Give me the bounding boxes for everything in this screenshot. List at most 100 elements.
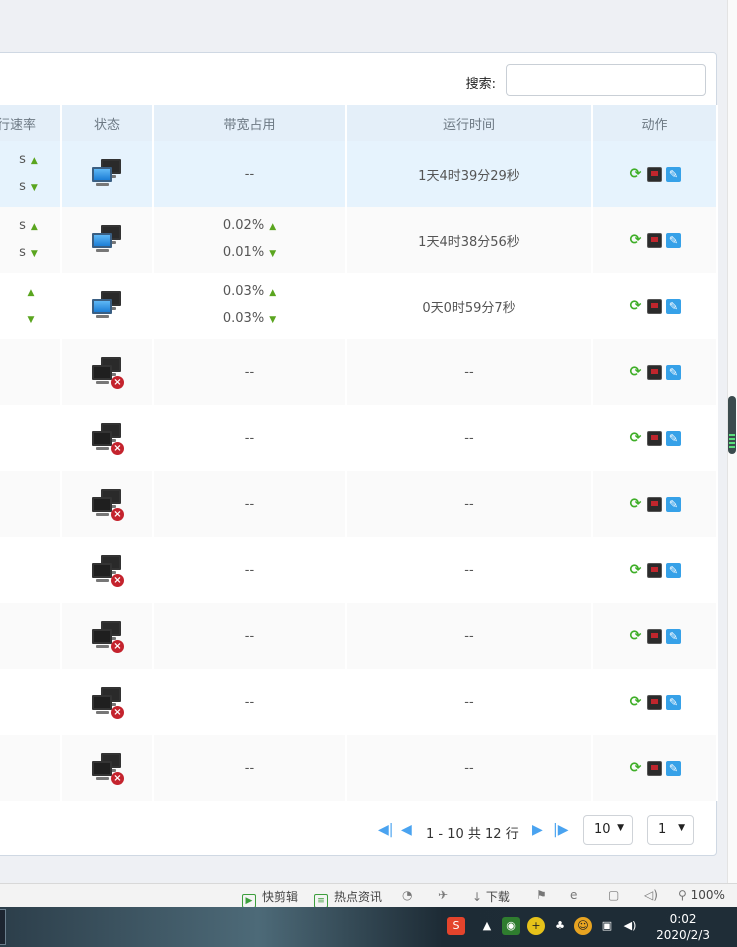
remote-screen-icon[interactable]: [647, 562, 662, 578]
zoom-level: 100%: [690, 888, 725, 902]
remote-screen-icon[interactable]: [647, 166, 662, 182]
refresh-icon[interactable]: ⟳: [628, 628, 643, 644]
volume-icon[interactable]: ◁): [644, 888, 658, 902]
remote-screen-icon[interactable]: [647, 760, 662, 776]
speed-up-value: s: [19, 152, 26, 167]
mascot-icon[interactable]: ☺: [574, 917, 592, 935]
table-row[interactable]: s ▲ s ▼ -- 1天4时39分29秒 ⟳ ✎: [0, 141, 718, 207]
device-panel: 搜索: 行速率 状态 带宽占用 运行时间 动作 s ▲ s ▼ -- 1天4时39分29秒…: [0, 52, 718, 856]
download-button[interactable]: ↓ 下载: [472, 888, 510, 905]
status-cell: ×: [61, 735, 154, 801]
speed-down: s ▼: [0, 174, 59, 201]
network-icon[interactable]: ▣: [598, 917, 616, 935]
hot-news-button[interactable]: ≡ 热点资讯: [314, 888, 382, 908]
edit-icon[interactable]: ✎: [666, 430, 681, 446]
rocket-icon[interactable]: ✈: [438, 888, 448, 902]
status-cell: [61, 141, 154, 207]
refresh-icon[interactable]: ⟳: [628, 430, 643, 446]
table-row[interactable]: s ▲ s ▼ 0.02% ▲ 0.01% ▼ 1天4时38分56秒 ⟳ ✎: [0, 207, 718, 273]
remote-screen-icon[interactable]: [647, 232, 662, 248]
edit-icon[interactable]: ✎: [666, 232, 681, 248]
col-speed-header[interactable]: 行速率: [0, 105, 62, 141]
zoom-control[interactable]: ⚲ 100%: [678, 888, 725, 902]
refresh-icon[interactable]: ⟳: [628, 694, 643, 710]
window-icon[interactable]: ▢: [608, 888, 619, 902]
edit-icon[interactable]: ✎: [666, 562, 681, 578]
prev-page-icon[interactable]: ◀: [401, 822, 412, 838]
taskbar-clock[interactable]: 0:02 2020/2/3: [656, 911, 710, 943]
table-row[interactable]: × -- -- ⟳ ✎: [0, 735, 718, 801]
speed-up: s ▲: [0, 213, 59, 240]
arrow-down-icon: ▼: [30, 183, 38, 193]
uptime-cell: 0天0时59分7秒: [346, 273, 593, 339]
nvidia-icon[interactable]: ◉: [502, 917, 520, 935]
bandwidth-cell: --: [153, 339, 347, 405]
refresh-icon[interactable]: ⟳: [628, 496, 643, 512]
first-page-icon[interactable]: ◀|: [378, 822, 393, 838]
notification-icon[interactable]: ▲: [478, 917, 496, 935]
computer-online-icon: [90, 289, 124, 323]
chat-icon[interactable]: +: [527, 917, 545, 935]
flag-icon[interactable]: ⚑: [536, 888, 547, 902]
remote-screen-icon[interactable]: [647, 628, 662, 644]
next-page-icon[interactable]: ▶: [532, 822, 543, 838]
edit-icon[interactable]: ✎: [666, 166, 681, 182]
search-input[interactable]: [506, 64, 706, 96]
browser-scrollbar[interactable]: [727, 0, 737, 883]
edit-icon[interactable]: ✎: [666, 694, 681, 710]
refresh-icon[interactable]: ⟳: [628, 562, 643, 578]
ie-icon[interactable]: e: [570, 888, 577, 902]
speed-cell: s ▲ s ▼: [0, 141, 62, 207]
arrow-up-icon: ▲: [269, 288, 277, 298]
action-cell: ⟳ ✎: [592, 471, 718, 537]
arrow-up-icon: ▲: [30, 222, 38, 232]
uptime-cell: --: [346, 669, 593, 735]
arrow-down-icon: ▼: [30, 249, 38, 259]
search-label: 搜索:: [465, 77, 496, 92]
refresh-icon[interactable]: ⟳: [628, 298, 643, 314]
refresh-icon[interactable]: ⟳: [628, 166, 643, 182]
scrollbar-thumb[interactable]: [728, 396, 736, 454]
arrow-down-icon: ▼: [269, 249, 277, 259]
speed-cell: [0, 339, 62, 405]
edit-icon[interactable]: ✎: [666, 364, 681, 380]
sogou-icon[interactable]: S: [447, 917, 465, 935]
chevron-down-icon: ▼: [617, 823, 624, 833]
bandwidth-cell: --: [153, 405, 347, 471]
table-row[interactable]: × -- -- ⟳ ✎: [0, 537, 718, 603]
refresh-icon[interactable]: ⟳: [628, 364, 643, 380]
remote-screen-icon[interactable]: [647, 298, 662, 314]
clock-date: 2020/2/3: [656, 928, 710, 942]
col-bandwidth-header[interactable]: 带宽占用: [153, 105, 347, 141]
action-cell: ⟳ ✎: [592, 273, 718, 339]
table-row[interactable]: ▲ ▼ 0.03% ▲ 0.03% ▼ 0天0时59分7秒 ⟳ ✎: [0, 273, 718, 339]
table-row[interactable]: × -- -- ⟳ ✎: [0, 405, 718, 471]
col-uptime-header[interactable]: 运行时间: [346, 105, 593, 141]
remote-screen-icon[interactable]: [647, 694, 662, 710]
refresh-icon[interactable]: ⟳: [628, 232, 643, 248]
refresh-icon[interactable]: ⟳: [628, 760, 643, 776]
last-page-icon[interactable]: |▶: [553, 822, 568, 838]
device-table: 行速率 状态 带宽占用 运行时间 动作 s ▲ s ▼ -- 1天4时39分29秒 ⟳ ✎ s ▲…: [0, 105, 718, 801]
taskbar-app-button[interactable]: [0, 909, 6, 945]
table-row[interactable]: × -- -- ⟳ ✎: [0, 471, 718, 537]
table-row[interactable]: × -- -- ⟳ ✎: [0, 669, 718, 735]
edit-icon[interactable]: ✎: [666, 496, 681, 512]
chevron-down-icon: ▼: [678, 823, 685, 833]
remote-screen-icon[interactable]: [647, 496, 662, 512]
quick-clip-button[interactable]: ▶ 快剪辑: [242, 888, 298, 908]
remote-screen-icon[interactable]: [647, 364, 662, 380]
page-size-select[interactable]: 10 ▼: [583, 815, 633, 845]
speaker-icon[interactable]: ◀): [621, 917, 639, 935]
qq-icon[interactable]: ♣: [551, 917, 569, 935]
page-number-select[interactable]: 1 ▼: [647, 815, 694, 845]
table-row[interactable]: × -- -- ⟳ ✎: [0, 339, 718, 405]
edit-icon[interactable]: ✎: [666, 628, 681, 644]
table-row[interactable]: × -- -- ⟳ ✎: [0, 603, 718, 669]
edit-icon[interactable]: ✎: [666, 298, 681, 314]
uptime-cell: 1天4时39分29秒: [346, 141, 593, 207]
remote-screen-icon[interactable]: [647, 430, 662, 446]
col-status-header[interactable]: 状态: [61, 105, 154, 141]
speed-icon[interactable]: ◔: [402, 888, 412, 902]
edit-icon[interactable]: ✎: [666, 760, 681, 776]
